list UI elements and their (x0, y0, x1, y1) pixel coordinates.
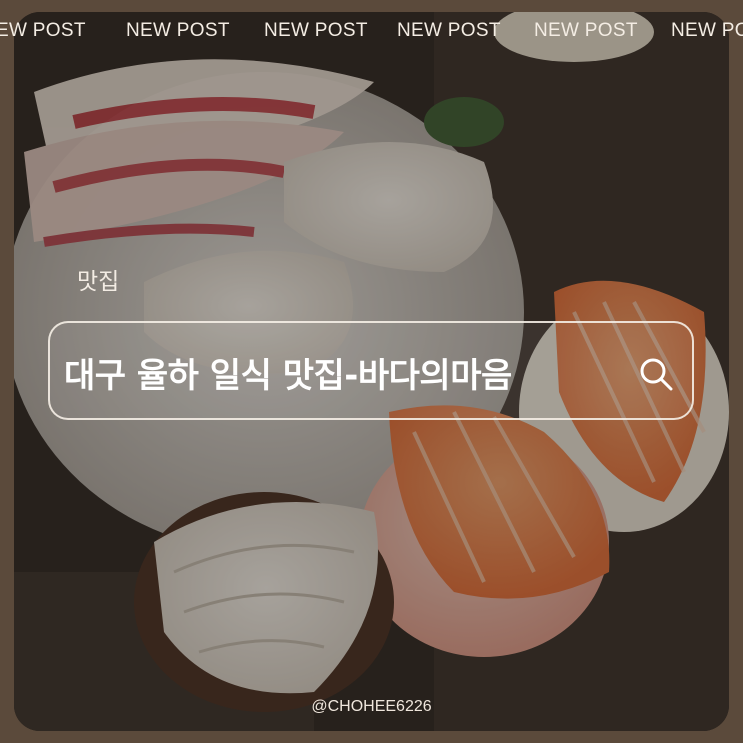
thumbnail-frame: NEW POST NEW POST NEW POST NEW POST NEW … (0, 0, 743, 743)
ticker-item: NEW POST (0, 20, 86, 41)
ticker-item: NEW POST (671, 20, 743, 41)
post-category: 맛집 (77, 269, 120, 295)
ticker-item: NEW POST (126, 20, 230, 41)
ticker-item: NEW POST (397, 20, 501, 41)
ticker-item: NEW POST (534, 20, 638, 41)
ticker-item: NEW POST (264, 20, 368, 41)
new-post-ticker: NEW POST NEW POST NEW POST NEW POST NEW … (0, 20, 743, 52)
search-bar[interactable]: 대구 율하 일식 맛집-바다의마음 (48, 321, 694, 420)
author-handle: @CHOHEE6226 (311, 698, 432, 715)
post-title: 대구 율하 일식 맛집-바다의마음 (64, 356, 512, 396)
search-icon[interactable] (638, 356, 674, 392)
